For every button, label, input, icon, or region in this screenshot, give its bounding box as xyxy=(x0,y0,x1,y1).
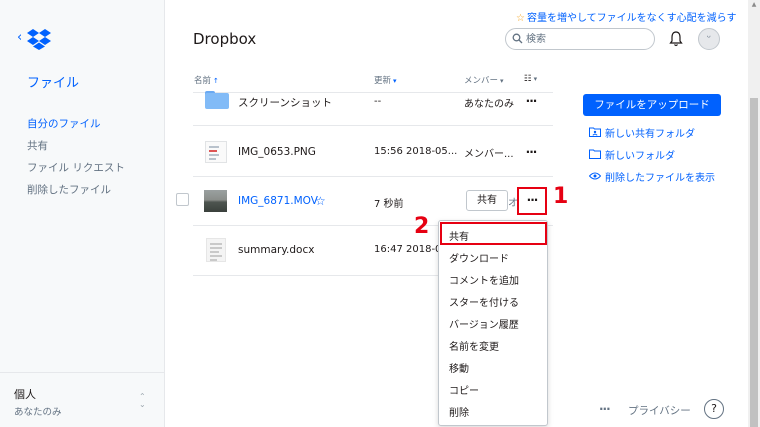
row-divider xyxy=(193,176,553,177)
sidebar-item-shared[interactable]: 共有 xyxy=(27,138,48,153)
account-switch-icon[interactable]: ⌃ ⌄ xyxy=(139,393,146,409)
file-member: メンバー... xyxy=(464,149,514,160)
chevron-down-icon: ▾ xyxy=(500,77,504,85)
scrollbar-thumb[interactable] xyxy=(750,98,758,427)
account-sub: あなたのみ xyxy=(14,407,62,418)
column-header-name[interactable]: 名前 ↑ xyxy=(194,74,219,86)
file-name[interactable]: スクリーンショット xyxy=(238,95,332,110)
bell-icon[interactable] xyxy=(669,31,683,47)
table-header-divider xyxy=(193,92,553,93)
sidebar-item-my-files[interactable]: 自分のファイル xyxy=(27,116,101,131)
sidebar-item-deleted-files[interactable]: 削除したファイル xyxy=(27,182,111,197)
dropbox-logo-icon[interactable] xyxy=(27,28,51,50)
column-header-modified-label: 更新 xyxy=(374,76,392,86)
file-modified: 7 秒前 xyxy=(374,199,404,210)
sidebar-item-file-requests[interactable]: ファイル リクエスト xyxy=(27,160,125,175)
file-name[interactable]: IMG_6871.MOV xyxy=(238,195,318,207)
file-modified: 15:56 2018-05... xyxy=(374,146,458,157)
upgrade-promo-link[interactable]: ☆ 容量を増やしてファイルをなくす心配を減らす xyxy=(516,9,736,24)
more-actions-button[interactable]: ··· xyxy=(519,145,543,163)
view-toggle[interactable]: ☷ ▾ xyxy=(524,74,537,84)
menu-item-star[interactable]: スターを付ける xyxy=(449,294,519,309)
show-deleted-files-label: 削除したファイルを表示 xyxy=(605,173,715,184)
image-thumbnail xyxy=(205,141,227,163)
file-modified: -- xyxy=(374,96,382,107)
new-shared-folder-label: 新しい共有フォルダ xyxy=(605,129,695,140)
eye-icon xyxy=(589,172,601,180)
more-actions-button[interactable]: ··· xyxy=(519,94,543,112)
annotation-box-1 xyxy=(517,187,547,215)
file-modified: 16:47 2018-05 xyxy=(374,244,448,255)
annotation-box-2 xyxy=(440,222,547,245)
file-member: あなたのみ xyxy=(464,99,514,110)
column-header-member[interactable]: メンバー ▾ xyxy=(464,74,504,86)
video-thumbnail xyxy=(204,190,227,212)
menu-item-rename[interactable]: 名前を変更 xyxy=(449,338,499,353)
new-shared-folder-link[interactable]: 新しい共有フォルダ xyxy=(589,125,695,140)
file-name[interactable]: summary.docx xyxy=(238,244,314,256)
privacy-link[interactable]: プライバシー xyxy=(628,403,691,418)
page-title: Dropbox xyxy=(193,30,257,48)
row-checkbox[interactable] xyxy=(176,193,189,206)
annotation-number-1: 1 xyxy=(553,184,569,209)
list-view-icon: ☷ xyxy=(524,74,532,84)
menu-item-move[interactable]: 移動 xyxy=(449,360,469,375)
row-divider xyxy=(193,275,438,276)
account-name[interactable]: 個人 xyxy=(14,386,36,402)
avatar[interactable]: ᵕ xyxy=(698,28,720,50)
menu-item-download[interactable]: ダウンロード xyxy=(449,250,509,265)
shared-folder-icon xyxy=(589,127,601,137)
search-icon xyxy=(512,33,523,44)
sidebar-title[interactable]: ファイル xyxy=(27,72,79,91)
show-deleted-files-link[interactable]: 削除したファイルを表示 xyxy=(589,169,715,184)
scroll-up-icon[interactable]: ▲ xyxy=(748,0,760,10)
sort-up-icon: ↑ xyxy=(213,77,219,85)
new-folder-label: 新しいフォルダ xyxy=(605,151,675,162)
row-divider xyxy=(193,125,553,126)
star-icon[interactable]: ☆ xyxy=(315,194,326,208)
folder-icon xyxy=(589,149,601,159)
search-input[interactable] xyxy=(526,30,646,48)
annotation-number-2: 2 xyxy=(414,214,430,239)
menu-item-add-comment[interactable]: コメントを追加 xyxy=(449,272,519,287)
star-icon: ☆ xyxy=(516,13,525,24)
upgrade-promo-text: 容量を増やしてファイルをなくす心配を減らす xyxy=(526,13,737,24)
menu-item-version-history[interactable]: バージョン履歴 xyxy=(449,316,519,331)
share-button[interactable]: 共有 xyxy=(466,190,508,211)
document-thumbnail xyxy=(206,238,226,262)
menu-item-copy[interactable]: コピー xyxy=(449,382,479,397)
chevron-down-icon: ▾ xyxy=(533,75,538,83)
chevron-down-icon: ▾ xyxy=(393,77,397,85)
column-header-modified[interactable]: 更新 ▾ xyxy=(374,74,397,86)
upload-files-button[interactable]: ファイルをアップロード xyxy=(583,94,721,116)
sidebar xyxy=(0,0,165,427)
more-options-button[interactable]: ··· xyxy=(599,402,611,416)
column-header-name-label: 名前 xyxy=(194,76,212,86)
folder-icon xyxy=(205,93,229,109)
new-folder-link[interactable]: 新しいフォルダ xyxy=(589,147,675,162)
help-button[interactable]: ? xyxy=(704,399,724,419)
file-name[interactable]: IMG_0653.PNG xyxy=(238,146,316,158)
back-icon[interactable]: ‹ xyxy=(17,30,22,45)
sidebar-divider xyxy=(0,372,164,373)
menu-item-delete[interactable]: 削除 xyxy=(449,404,469,419)
column-header-member-label: メンバー xyxy=(464,76,499,86)
